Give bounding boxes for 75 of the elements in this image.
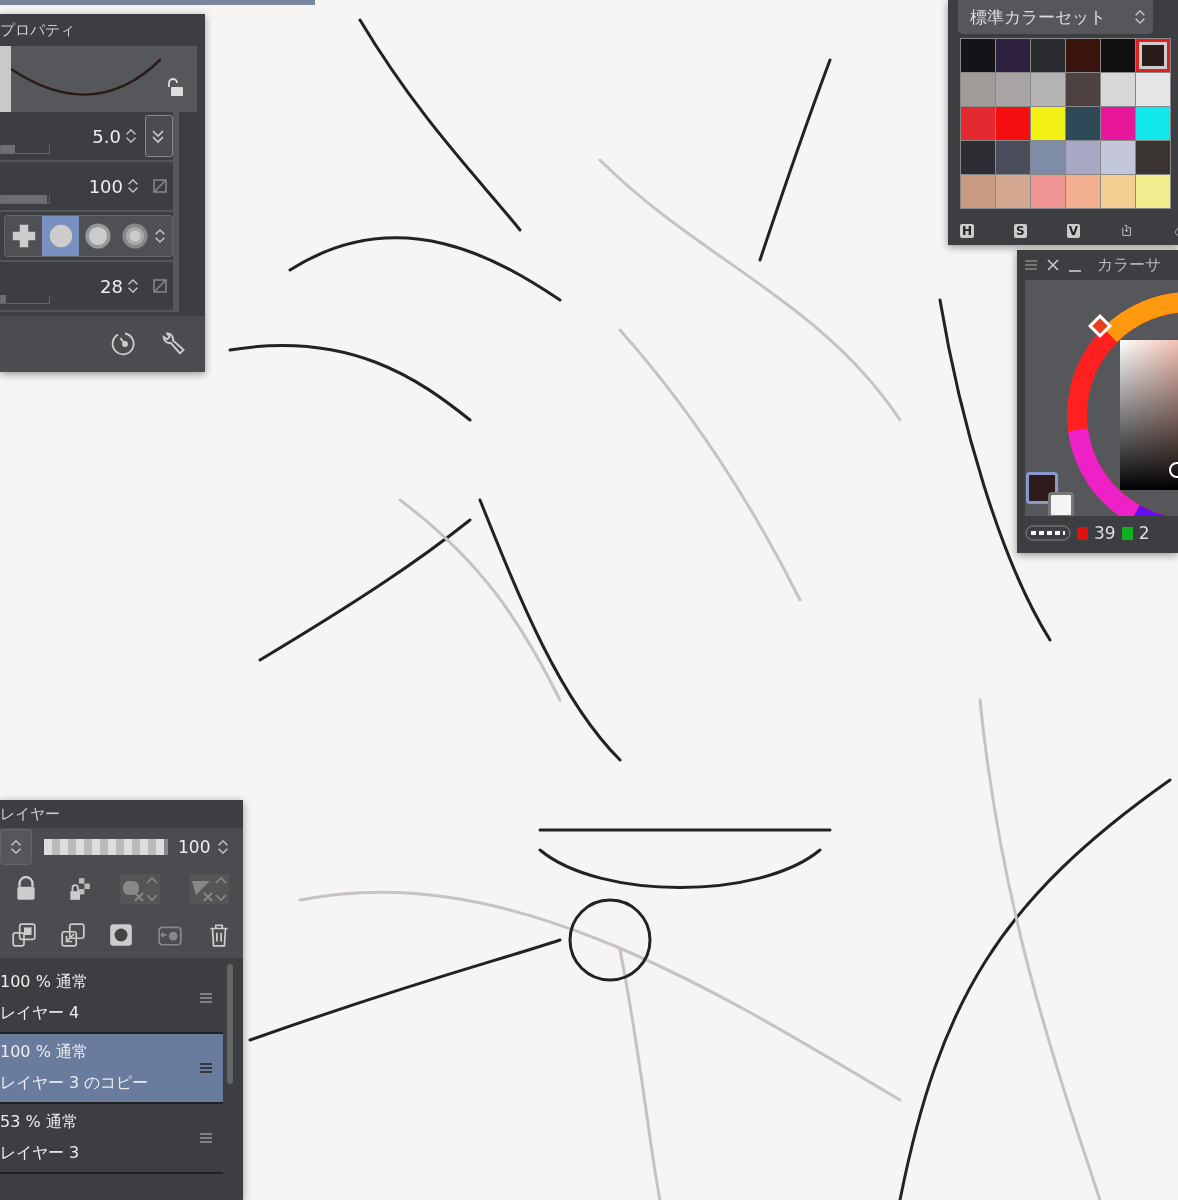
mode-button[interactable]: H	[960, 224, 975, 238]
drag-handle-icon[interactable]	[199, 992, 213, 1004]
layer-blend-text: 100 % 通常	[0, 1042, 89, 1063]
value-text: 28	[100, 275, 123, 297]
circle-tip-icon	[120, 222, 149, 250]
scrollbar[interactable]	[227, 964, 233, 1084]
layer-name: レイヤー 3 のコピー	[0, 1073, 150, 1094]
color-swatch[interactable]	[1066, 39, 1100, 72]
channel-value: 39	[1094, 523, 1116, 543]
layer-blend-text: 100 % 通常	[0, 972, 89, 993]
panel-title: カラーサ	[1097, 254, 1161, 276]
layer-blend-text: 53 % 通常	[0, 1112, 79, 1133]
color-swatch[interactable]	[1031, 73, 1065, 106]
color-swatch[interactable]	[1066, 141, 1100, 174]
sub-color-chip[interactable]	[1048, 492, 1074, 516]
layer-row[interactable]: 100 % 通常 レイヤー 3 のコピー	[0, 1034, 223, 1104]
layer-name: レイヤー 4	[0, 1003, 81, 1024]
channel-value: 2	[1138, 523, 1150, 543]
color-swatch[interactable]	[961, 73, 995, 106]
unlock-icon[interactable]	[165, 78, 185, 98]
new-layer-icon[interactable]	[11, 922, 38, 948]
blend-mode-dropdown[interactable]	[0, 829, 32, 865]
mask-icon[interactable]	[108, 922, 135, 948]
color-swatch[interactable]	[1066, 175, 1100, 208]
merge-down-icon[interactable]	[59, 922, 86, 948]
sync-toggle[interactable]	[145, 115, 173, 157]
value-text: 100	[88, 175, 123, 197]
opacity-value: 100	[178, 837, 211, 857]
color-swatch[interactable]	[1136, 73, 1170, 106]
color-swatch[interactable]	[1031, 175, 1065, 208]
color-swatch[interactable]	[1136, 107, 1170, 140]
clip-toggle-icon[interactable]	[118, 873, 161, 905]
menu-icon[interactable]	[1023, 257, 1039, 273]
color-swatch[interactable]	[1101, 73, 1135, 106]
close-icon[interactable]	[1045, 257, 1061, 273]
color-swatch[interactable]	[961, 39, 995, 72]
color-swatch[interactable]	[996, 141, 1030, 174]
slashed-square-icon	[151, 177, 169, 195]
drag-handle-icon[interactable]	[199, 1132, 213, 1144]
color-swatch[interactable]	[1136, 39, 1170, 72]
panel-title: プロパティ	[0, 20, 76, 41]
drag-handle-icon[interactable]	[199, 1062, 213, 1074]
color-swatch[interactable]	[996, 175, 1030, 208]
layer-row[interactable]: 53 % 通常 レイヤー 3	[0, 1104, 223, 1174]
value-text: 5.0	[92, 125, 121, 147]
color-swatch[interactable]	[1031, 39, 1065, 72]
slider-track[interactable]	[0, 145, 50, 154]
slider-track[interactable]	[0, 195, 50, 204]
color-set-dropdown[interactable]: 標準カラーセット	[958, 0, 1153, 34]
color-swatch[interactable]	[1066, 73, 1100, 106]
transparent-toggle-icon[interactable]	[1025, 525, 1071, 541]
color-swatch[interactable]	[1136, 141, 1170, 174]
color-swatch[interactable]	[1031, 141, 1065, 174]
color-swatch[interactable]	[996, 107, 1030, 140]
circle-tip-icon	[83, 222, 112, 250]
brush-swatch	[0, 46, 11, 112]
color-swatch[interactable]	[1066, 107, 1100, 140]
color-swatch[interactable]	[996, 73, 1030, 106]
color-swatch[interactable]	[1101, 107, 1135, 140]
color-swatch[interactable]	[1101, 175, 1135, 208]
mode-button[interactable]: S	[1014, 224, 1027, 238]
color-swatch[interactable]	[961, 141, 995, 174]
slashed-square-icon	[151, 277, 169, 295]
color-swatch[interactable]	[1136, 175, 1170, 208]
color-swatch[interactable]	[961, 175, 995, 208]
color-swatch[interactable]	[996, 39, 1030, 72]
panel-title: レイヤー	[0, 804, 61, 825]
color-swatch[interactable]	[961, 107, 995, 140]
mode-button[interactable]: V	[1066, 224, 1080, 238]
layer-name: レイヤー 3	[0, 1143, 81, 1164]
ruler-toggle-icon[interactable]	[187, 873, 230, 905]
color-swatch[interactable]	[1101, 39, 1135, 72]
slider-track[interactable]	[0, 295, 50, 304]
color-swatch[interactable]	[1031, 107, 1065, 140]
color-swatch[interactable]	[1101, 141, 1135, 174]
